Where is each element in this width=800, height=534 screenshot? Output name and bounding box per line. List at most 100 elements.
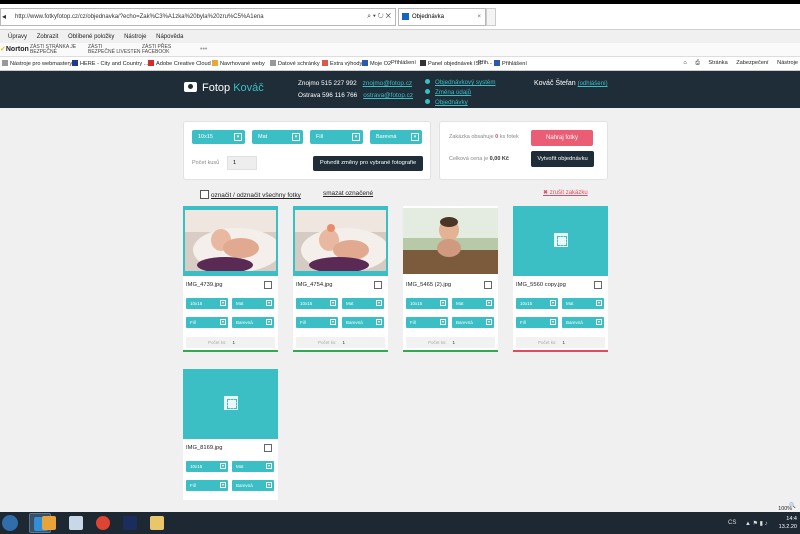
search-refresh-icons[interactable]: ⌕ ▾ ↻ ✕ (367, 9, 391, 25)
language-indicator[interactable]: CS (728, 520, 736, 526)
address-field[interactable]: ◂ http://www.fotkyfotop.cz/cz/objednavka… (0, 8, 396, 26)
fav-adobe[interactable]: Adobe Creative Cloud (148, 60, 211, 67)
site-logo[interactable]: Fotop Kováč (184, 82, 264, 94)
chevron-down-icon: ▾ (292, 133, 300, 141)
photo-paper-select[interactable]: Mat ▾ (562, 298, 604, 309)
email-ostrava-link[interactable]: ostrava@fotop.cz (363, 92, 413, 99)
photo-count-text: Zakázka obsahuje 0 ks fotek (449, 134, 519, 140)
fav-datove[interactable]: Datové schránky (270, 60, 320, 67)
norton-more-icon[interactable]: ••• (200, 46, 207, 53)
photo-checkbox[interactable] (594, 281, 602, 289)
bulk-fit-select[interactable]: Fill ▾ (310, 130, 363, 144)
photo-checkbox[interactable] (484, 281, 492, 289)
status-bar (513, 350, 608, 352)
photo-color-select[interactable]: Barevná ▾ (452, 317, 494, 328)
taskbar-explorer[interactable] (146, 513, 168, 533)
tab-objednavka[interactable]: Objednávka × (398, 8, 486, 26)
fav-panel-isf[interactable]: Panel objednávek ISF (420, 60, 483, 67)
zoom-level[interactable]: 🔍 100% (778, 503, 796, 512)
tool-tools[interactable]: Nástroje (777, 60, 798, 66)
fav-o2[interactable]: Moje O2 (362, 60, 391, 67)
create-order-button[interactable]: Vytvořit objednávku (531, 151, 594, 167)
photo-paper-select[interactable]: Mat ▾ (342, 298, 384, 309)
norton-safe-search[interactable]: ZÁSTI BEZPEČNÉ LIVESTEN (88, 45, 141, 55)
delete-selected-link[interactable]: smazat označené (323, 190, 373, 197)
bulk-paper-select[interactable]: Mat ▾ (252, 130, 303, 144)
close-tab-icon[interactable]: × (477, 9, 481, 25)
taskbar-chrome[interactable] (92, 513, 114, 533)
bulk-color-select[interactable]: Barevná ▾ (370, 130, 422, 144)
clock[interactable]: 14:4 13.2.20 (779, 515, 797, 531)
photo-color-select[interactable]: Barevná ▾ (232, 480, 274, 491)
photo-fit-select[interactable]: Fill ▾ (406, 317, 448, 328)
menu-item-zobrazit[interactable]: Zobrazit (37, 31, 59, 43)
photo-fit-select[interactable]: Fill ▾ (516, 317, 558, 328)
photo-color-select[interactable]: Barevná ▾ (232, 317, 274, 328)
taskbar-media[interactable] (38, 513, 60, 533)
fav-login3[interactable]: Přihlášení (494, 60, 527, 67)
select-all-toggle[interactable]: označit / odznačit všechny fotky (200, 190, 301, 199)
photo-fit-select[interactable]: Fill ▾ (186, 480, 228, 491)
email-znojmo-link[interactable]: znojmo@fotop.cz (363, 80, 412, 87)
fav-extra[interactable]: Extra výhody (322, 60, 362, 67)
photo-qty[interactable]: Počet ks: 1 (406, 337, 495, 348)
norton-safe-page[interactable]: ZÁSTI STRÁNKA JE BEZPEČNÉ (30, 45, 76, 55)
photo-checkbox[interactable] (264, 444, 272, 452)
photo-size-select[interactable]: 10x15 ▾ (406, 298, 448, 309)
photo-fit-select[interactable]: Fill ▾ (296, 317, 338, 328)
photo-color-select[interactable]: Barevná ▾ (562, 317, 604, 328)
photo-paper-select[interactable]: Mat ▾ (452, 298, 494, 309)
fav-login2[interactable]: Přih... (478, 60, 493, 66)
photo-thumbnail[interactable] (403, 208, 498, 274)
start-button[interactable] (2, 515, 18, 531)
fav-here[interactable]: HERE - City and Country ... (72, 60, 148, 67)
o2-icon (362, 60, 368, 66)
photo-size-select[interactable]: 10x15 ▾ (516, 298, 558, 309)
menu-item-napoveda[interactable]: Nápověda (156, 31, 183, 43)
upload-photos-button[interactable]: Nahraj fotky (531, 130, 593, 146)
photo-qty[interactable]: Počet ks: 1 (296, 337, 385, 348)
photo-qty[interactable]: Počet ks: 1 (516, 337, 605, 348)
nav-order-system[interactable]: Objednávkový systém (425, 79, 496, 86)
photo-checkbox[interactable] (374, 281, 382, 289)
bulk-size-select[interactable]: 10x15 ▾ (192, 130, 245, 144)
menu-item-nastroje[interactable]: Nástroje (124, 31, 146, 43)
tool-security[interactable]: Zabezpečení (736, 60, 768, 66)
tray-icons[interactable]: ▲ ⚑ ▮ ♪ (745, 520, 768, 527)
photo-thumbnail[interactable] (185, 210, 276, 271)
taskbar-photoshop[interactable] (119, 513, 141, 533)
norton-logo[interactable]: ✓Norton (0, 45, 29, 53)
photo-color-select[interactable]: Barevná ▾ (342, 317, 384, 328)
header-nav: Objednávkový systém Změna údajů Objednáv… (425, 79, 496, 109)
photo-card: IMG_5465 (2).jpg 10x15 ▾ Mat ▾ Fill ▾ Barev… (403, 206, 498, 352)
taskbar-documents[interactable] (65, 513, 87, 533)
new-tab-button[interactable] (486, 8, 496, 26)
print-icon[interactable]: ⎙ (695, 60, 699, 66)
photo-qty[interactable]: Počet ks: 1 (186, 337, 275, 348)
photo-size-select[interactable]: 10x15 ▾ (296, 298, 338, 309)
photo-paper-select[interactable]: Mat ▾ (232, 461, 274, 472)
photo-size-select[interactable]: 10x15 ▾ (186, 461, 228, 472)
logout-link[interactable]: (odhlášení) (578, 81, 608, 87)
norton-facebook[interactable]: ZÁSTI PŘES FACEBOOK (142, 45, 171, 55)
bulk-qty-input[interactable]: 1 (227, 156, 257, 170)
photo-fit-select[interactable]: Fill ▾ (186, 317, 228, 328)
nav-orders[interactable]: Objednávky (425, 99, 496, 106)
tool-page[interactable]: Stránka (708, 60, 727, 66)
nav-change-details[interactable]: Změna údajů (425, 89, 496, 96)
photo-thumbnail[interactable] (295, 210, 386, 271)
fav-suggested[interactable]: Navrhované weby (212, 60, 265, 67)
menu-item-upravy[interactable]: Úpravy (8, 31, 27, 43)
home-icon[interactable]: ⌂ (683, 60, 686, 66)
fav-login1[interactable]: Přihlášení (391, 60, 416, 66)
select-all-checkbox[interactable] (200, 190, 209, 199)
cancel-order-link[interactable]: ✖ zrušit zakázku (543, 189, 588, 196)
menu-bar: Úpravy Zobrazit Oblíbené položky Nástroj… (0, 31, 800, 43)
photo-checkbox[interactable] (264, 281, 272, 289)
confirm-changes-button[interactable]: Potvrdit změny pro vybrané fotografie (313, 156, 423, 171)
fav-webmaster[interactable]: Nástroje pro webmastery ... (2, 60, 78, 67)
menu-item-oblibene[interactable]: Oblíbené položky (68, 31, 114, 43)
back-icon[interactable]: ◂ (2, 9, 6, 25)
photo-paper-select[interactable]: Mat ▾ (232, 298, 274, 309)
photo-size-select[interactable]: 10x15 ▾ (186, 298, 228, 309)
